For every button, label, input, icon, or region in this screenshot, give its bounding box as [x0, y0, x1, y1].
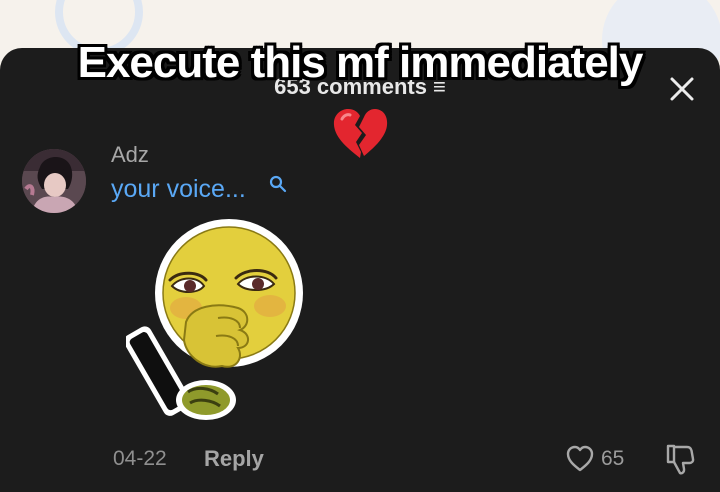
broken-heart-icon — [333, 109, 388, 158]
avatar[interactable] — [22, 149, 86, 213]
comment-date: 04-22 — [113, 447, 167, 470]
sticker-icon — [126, 219, 303, 420]
search-icon[interactable] — [268, 174, 288, 194]
comment-username[interactable]: Adz — [111, 142, 149, 168]
video-caption: Execute this mf immediately — [77, 38, 644, 87]
close-icon[interactable] — [664, 71, 700, 107]
reply-button[interactable]: Reply — [204, 446, 264, 472]
thumbs-down-icon[interactable] — [664, 442, 696, 476]
like-count: 65 — [601, 447, 625, 470]
comment-text: your voice... — [111, 175, 246, 203]
heart-outline-icon[interactable] — [565, 444, 595, 474]
